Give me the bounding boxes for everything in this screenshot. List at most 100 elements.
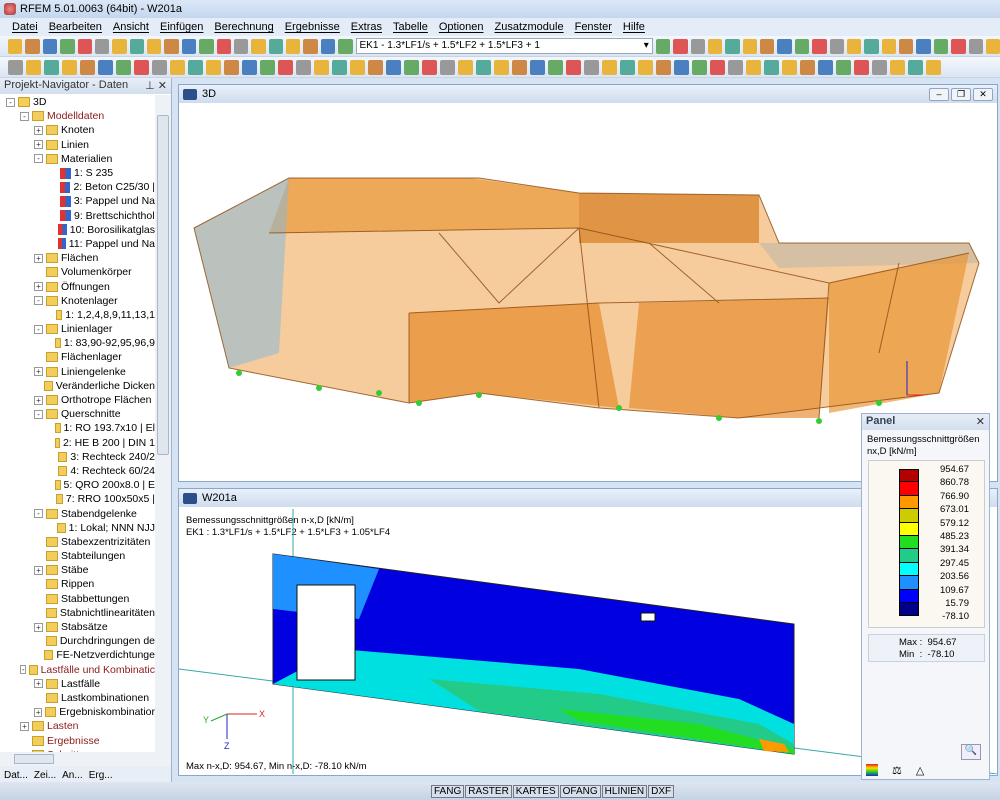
toolbar-button-icon[interactable] [147, 39, 161, 54]
toolbar-button-icon[interactable] [242, 60, 257, 75]
menu-optionen[interactable]: Optionen [439, 21, 484, 33]
collapse-icon[interactable]: - [34, 410, 43, 419]
toolbar-button-icon[interactable] [269, 39, 283, 54]
toolbar-button-icon[interactable] [182, 39, 196, 54]
toolbar-button-icon[interactable] [908, 60, 923, 75]
toolbar-button-icon[interactable] [872, 60, 887, 75]
status-hlinien-toggle[interactable]: HLINIEN [602, 785, 647, 798]
zoom-legend-button[interactable]: 🔍 [961, 744, 981, 760]
toolbar-button-icon[interactable] [188, 60, 203, 75]
tree-item[interactable]: 3: Pappel und Na [0, 194, 155, 208]
toolbar-button-icon[interactable] [584, 60, 599, 75]
tree-item[interactable]: +Lasten [0, 719, 155, 733]
expand-icon[interactable]: + [34, 126, 43, 135]
toolbar-button-icon[interactable] [854, 60, 869, 75]
toolbar-button-icon[interactable] [777, 39, 791, 54]
toolbar-button-icon[interactable] [830, 39, 844, 54]
tree-item[interactable]: +Stäbe [0, 563, 155, 577]
tree-item[interactable]: 1: 83,90-92,95,96,9 [0, 336, 155, 350]
toolbar-button-icon[interactable] [224, 60, 239, 75]
tree-item[interactable]: 3: Rechteck 240/2 [0, 450, 155, 464]
toolbar-button-icon[interactable] [708, 39, 722, 54]
tree-item[interactable]: Volumenkörper [0, 265, 155, 279]
toolbar-button-icon[interactable] [934, 39, 948, 54]
toolbar-button-icon[interactable] [725, 39, 739, 54]
toolbar-button-icon[interactable] [916, 39, 930, 54]
toolbar-button-icon[interactable] [44, 60, 59, 75]
expand-icon[interactable]: + [34, 623, 43, 632]
toolbar-button-icon[interactable] [296, 60, 311, 75]
toolbar-button-icon[interactable] [795, 39, 809, 54]
toolbar-button-icon[interactable] [764, 60, 779, 75]
tree-item[interactable]: Stabteilungen [0, 549, 155, 563]
toolbar-button-icon[interactable] [62, 60, 77, 75]
toolbar-button-icon[interactable] [620, 60, 635, 75]
toolbar-button-icon[interactable] [476, 60, 491, 75]
toolbar-button-icon[interactable] [260, 60, 275, 75]
toolbar-button-icon[interactable] [130, 39, 144, 54]
tree-item[interactable]: 4: Rechteck 60/24 [0, 464, 155, 478]
status-kartes-toggle[interactable]: KARTES [513, 785, 559, 798]
tree-item[interactable]: 10: Borosilikatglas [0, 223, 155, 237]
toolbar-button-icon[interactable] [728, 60, 743, 75]
tree-item[interactable]: -Lastfälle und Kombinatic [0, 663, 155, 677]
toolbar-button-icon[interactable] [8, 60, 23, 75]
status-dxf-toggle[interactable]: DXF [648, 785, 674, 798]
collapse-icon[interactable]: - [34, 325, 43, 334]
tree-item[interactable]: Stabnichtlinearitäten [0, 606, 155, 620]
tree-item[interactable]: 2: HE B 200 | DIN 1 [0, 436, 155, 450]
toolbar-button-icon[interactable] [26, 60, 41, 75]
expand-icon[interactable]: + [34, 140, 43, 149]
toolbar-button-icon[interactable] [199, 39, 213, 54]
toolbar-button-icon[interactable] [43, 39, 57, 54]
toolbar-button-icon[interactable] [25, 39, 39, 54]
toolbar-button-icon[interactable] [951, 39, 965, 54]
toolbar-button-icon[interactable] [890, 60, 905, 75]
toolbar-button-icon[interactable] [512, 60, 527, 75]
status-fang-toggle[interactable]: FANG [431, 785, 464, 798]
color-scale-tab-icon[interactable] [866, 764, 878, 776]
toolbar-button-icon[interactable] [782, 60, 797, 75]
toolbar-button-icon[interactable] [969, 39, 983, 54]
toolbar-button-icon[interactable] [638, 60, 653, 75]
collapse-icon[interactable]: - [20, 665, 26, 674]
tree-item[interactable]: 2: Beton C25/30 | [0, 180, 155, 194]
menu-hilfe[interactable]: Hilfe [623, 21, 645, 33]
tree-item[interactable]: 1: 1,2,4,8,9,11,13,1 [0, 308, 155, 322]
toolbar-button-icon[interactable] [404, 60, 419, 75]
toolbar-button-icon[interactable] [206, 60, 221, 75]
status-raster-toggle[interactable]: RASTER [465, 785, 512, 798]
menu-zusatzmodule[interactable]: Zusatzmodule [495, 21, 564, 33]
tree-item[interactable]: Stabbettungen [0, 592, 155, 606]
close-button[interactable]: ✕ [973, 88, 993, 101]
toolbar-button-icon[interactable] [116, 60, 131, 75]
toolbar-button-icon[interactable] [691, 39, 705, 54]
navigator-tab[interactable]: An... [62, 770, 83, 781]
tree-item[interactable]: Lastkombinationen [0, 691, 155, 705]
collapse-icon[interactable]: - [34, 509, 43, 518]
expand-icon[interactable]: + [20, 722, 29, 731]
toolbar-button-icon[interactable] [656, 39, 670, 54]
expand-icon[interactable]: + [34, 396, 43, 405]
toolbar-button-icon[interactable] [674, 60, 689, 75]
navigator-tab[interactable]: Zei... [34, 770, 56, 781]
toolbar-button-icon[interactable] [251, 39, 265, 54]
toolbar-button-icon[interactable] [494, 60, 509, 75]
minimize-button[interactable]: – [929, 88, 949, 101]
tree-item[interactable]: -Stabendgelenke [0, 506, 155, 520]
menu-einfügen[interactable]: Einfügen [160, 21, 203, 33]
expand-icon[interactable]: + [34, 708, 42, 717]
panel-close-icon[interactable]: ✕ [976, 415, 985, 429]
toolbar-button-icon[interactable] [170, 60, 185, 75]
toolbar-button-icon[interactable] [800, 60, 815, 75]
toolbar-button-icon[interactable] [164, 39, 178, 54]
toolbar-button-icon[interactable] [530, 60, 545, 75]
toolbar-button-icon[interactable] [899, 39, 913, 54]
navigator-hscrollbar[interactable] [0, 752, 171, 766]
tree-item[interactable]: -Modelldaten [0, 109, 155, 123]
expand-icon[interactable]: + [34, 282, 43, 291]
tree-item[interactable]: 5: QRO 200x8.0 | E [0, 478, 155, 492]
menu-berechnung[interactable]: Berechnung [214, 21, 273, 33]
menu-ansicht[interactable]: Ansicht [113, 21, 149, 33]
menu-bearbeiten[interactable]: Bearbeiten [49, 21, 102, 33]
